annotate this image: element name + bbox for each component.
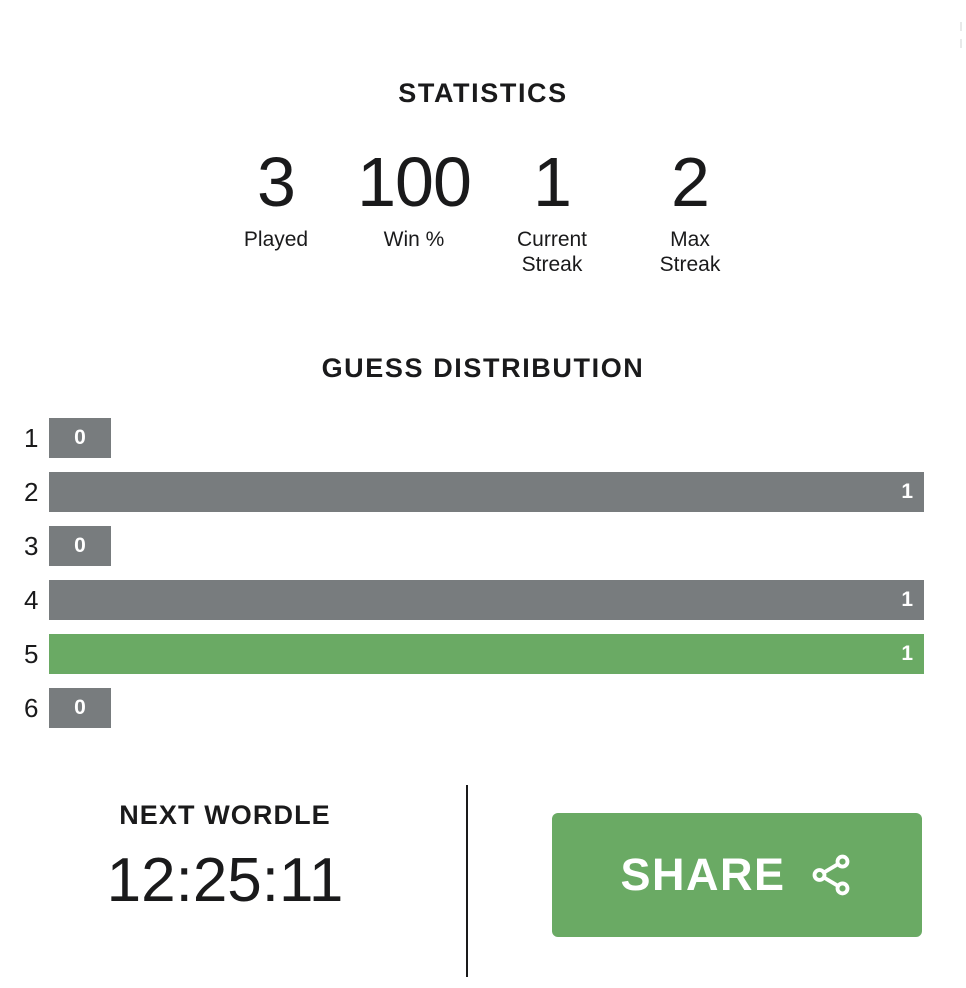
statistics-heading: STATISTICS <box>398 78 568 108</box>
distribution-bar-count: 0 <box>74 534 86 557</box>
countdown-timer: 12:25:11 <box>106 846 344 915</box>
distribution-guess-label: 2 <box>24 477 39 507</box>
distribution-bar-track: 1 <box>49 472 924 512</box>
stat-win-percent-label: Win % <box>383 228 445 251</box>
distribution-guess-label: 5 <box>24 639 39 669</box>
distribution-guess-label: 1 <box>24 423 39 453</box>
distribution-bar: 0 <box>49 526 111 566</box>
share-button[interactable]: SHARE <box>552 813 922 937</box>
share-button-label: SHARE <box>620 849 786 900</box>
distribution-guess-label: 4 <box>24 585 39 615</box>
next-wordle-label: NEXT WORDLE <box>119 800 331 830</box>
distribution-guess-label: 3 <box>24 531 39 561</box>
distribution-row: 2 1 <box>24 472 924 512</box>
guess-distribution-chart: 1 0 2 1 3 0 4 1 5 1 6 0 <box>24 418 924 728</box>
guess-distribution-heading: GUESS DISTRIBUTION <box>321 353 645 383</box>
share-icon <box>812 854 849 896</box>
distribution-bar-track: 0 <box>49 526 924 566</box>
distribution-bar-track: 1 <box>49 580 924 620</box>
stat-max-streak-value: 2 <box>671 143 710 221</box>
stat-win-percent: 100 Win % <box>345 145 483 252</box>
distribution-bar-count: 1 <box>901 642 913 665</box>
stat-max-streak: 2 Max Streak <box>621 145 759 277</box>
stat-max-streak-label: Max Streak <box>659 228 721 276</box>
stat-current-streak-value: 1 <box>533 143 572 221</box>
distribution-bar-count: 1 <box>901 480 913 503</box>
distribution-row: 1 0 <box>24 418 924 458</box>
footer-divider <box>466 785 468 977</box>
stat-played: 3 Played <box>207 145 345 252</box>
distribution-bar: 0 <box>49 688 111 728</box>
distribution-bar-count: 1 <box>901 588 913 611</box>
distribution-bar-count: 0 <box>74 696 86 719</box>
distribution-bar: 1 <box>49 634 924 674</box>
next-wordle-block: NEXT WORDLE 12:25:11 <box>0 800 450 917</box>
stat-win-percent-value: 100 <box>357 143 472 221</box>
distribution-bar-count: 0 <box>74 426 86 449</box>
distribution-row: 5 1 <box>24 634 924 674</box>
stat-current-streak: 1 Current Streak <box>483 145 621 277</box>
stat-current-streak-label: Current Streak <box>516 228 588 276</box>
statistics-modal: STATISTICS 3 Played 100 Win % 1 Current S… <box>0 0 966 988</box>
stat-played-value: 3 <box>257 143 296 221</box>
distribution-bar-track: 0 <box>49 688 924 728</box>
distribution-guess-label: 6 <box>24 693 39 723</box>
distribution-row: 6 0 <box>24 688 924 728</box>
distribution-bar: 1 <box>49 472 924 512</box>
statistics-footer: NEXT WORDLE 12:25:11 SHARE <box>0 782 966 982</box>
distribution-row: 4 1 <box>24 580 924 620</box>
distribution-bar-track: 0 <box>49 418 924 458</box>
distribution-bar: 1 <box>49 580 924 620</box>
distribution-row: 3 0 <box>24 526 924 566</box>
statistics-summary: 3 Played 100 Win % 1 Current Streak 2 Max… <box>0 145 966 277</box>
distribution-bar: 0 <box>49 418 111 458</box>
distribution-bar-track: 1 <box>49 634 924 674</box>
close-icon[interactable] <box>949 22 963 48</box>
stat-played-label: Played <box>243 228 309 251</box>
